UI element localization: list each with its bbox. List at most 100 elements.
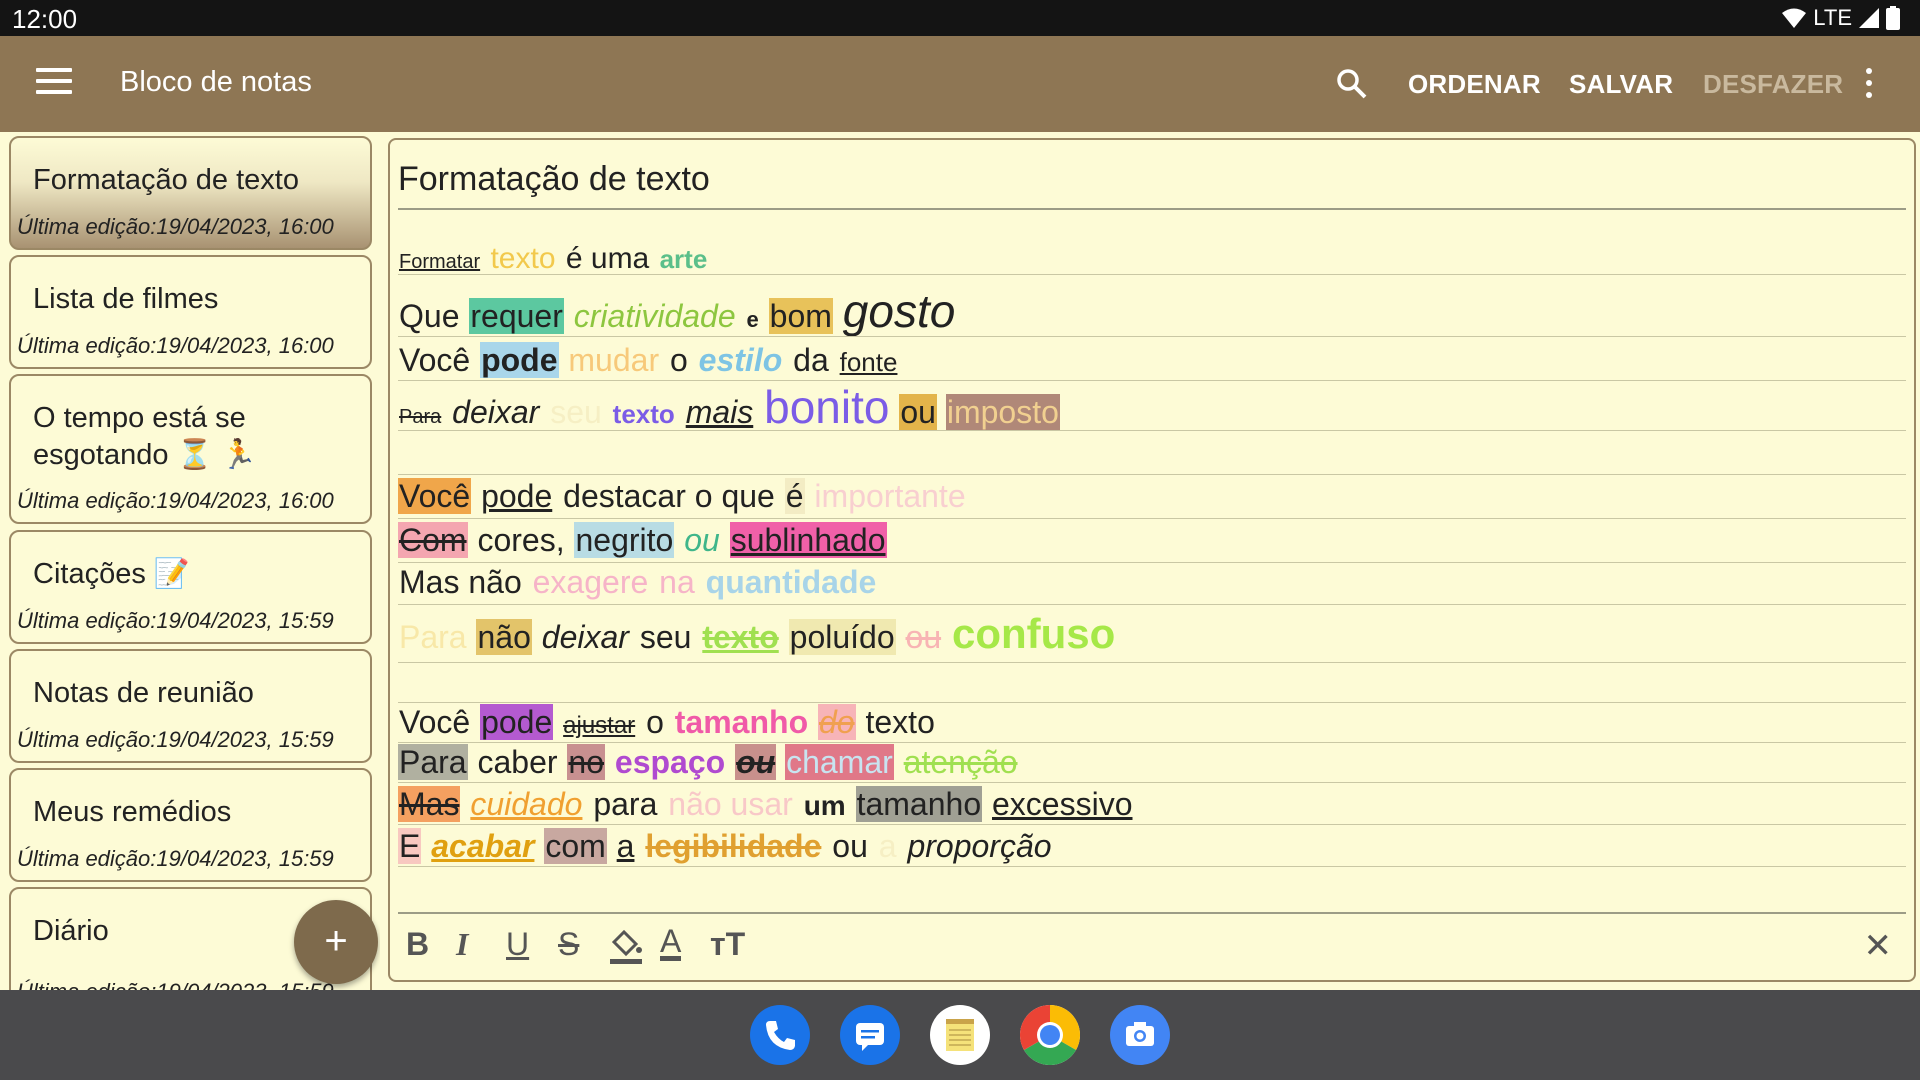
word: fonte xyxy=(839,347,898,377)
word: texto xyxy=(702,619,779,655)
word: sublinhado xyxy=(729,522,887,558)
rule-line xyxy=(398,336,1906,337)
text-color-icon[interactable]: A xyxy=(660,925,682,961)
word: Formatar xyxy=(399,251,481,273)
word: negrito xyxy=(574,522,675,558)
note-date: Última edição:19/04/2023, 15:59 xyxy=(17,608,334,633)
toolbar-divider xyxy=(398,912,1906,914)
word: imposto xyxy=(945,394,1060,430)
text-line: E acabar com a legibilidade ou a proporç… xyxy=(398,828,1053,865)
note-item[interactable]: O tempo está se esgotando ⏳ 🏃 Última edi… xyxy=(9,374,372,524)
word: cores, xyxy=(477,522,565,558)
word: um xyxy=(803,790,846,821)
word: seu xyxy=(639,619,692,655)
word: confuso xyxy=(952,610,1116,657)
word: atenção xyxy=(903,744,1018,780)
underline-icon[interactable]: U xyxy=(506,926,529,963)
word: texto xyxy=(865,704,935,740)
word: a xyxy=(878,828,897,864)
sort-button[interactable]: ORDENAR xyxy=(1408,69,1541,100)
text-line: Mas não exagere na quantidade xyxy=(398,564,877,601)
rule-line xyxy=(398,274,1906,275)
rule-line xyxy=(398,662,1906,663)
text-line: Você pode mudar o estilo da fonte xyxy=(398,342,898,379)
word: estilo xyxy=(698,342,783,378)
camera-app-icon[interactable] xyxy=(1110,1005,1170,1065)
note-item[interactable]: Citações 📝 Última edição:19/04/2023, 15:… xyxy=(9,530,372,644)
note-date: Última edição:19/04/2023, 15:59 xyxy=(17,846,334,871)
add-note-button[interactable]: + xyxy=(294,900,378,984)
text-size-icon[interactable]: тT xyxy=(710,926,745,963)
text-line: Formatar texto é uma arte xyxy=(398,242,708,276)
notepad-app-icon[interactable] xyxy=(930,1005,990,1065)
word: tamanho xyxy=(674,704,809,740)
note-title: Diário xyxy=(33,915,109,947)
chrome-app-icon[interactable] xyxy=(1019,1005,1081,1066)
word: da xyxy=(793,342,829,378)
word: Você xyxy=(399,342,471,378)
wifi-icon xyxy=(1782,8,1807,28)
rule-line xyxy=(398,430,1906,431)
word: Que xyxy=(399,298,460,334)
fill-color-icon[interactable] xyxy=(608,926,644,974)
word: a xyxy=(616,828,635,864)
text-line: Para deixar seu texto mais bonito ou imp… xyxy=(398,380,1060,434)
note-title: Formatação de texto xyxy=(33,164,299,196)
note-title-input[interactable]: Formatação de texto xyxy=(398,160,710,199)
note-title: Lista de filmes xyxy=(33,283,219,315)
note-title: Citações 📝 xyxy=(33,558,190,590)
word: deixar xyxy=(452,394,540,430)
note-item[interactable]: Lista de filmes Última edição:19/04/2023… xyxy=(9,255,372,369)
note-title: O tempo está se xyxy=(33,402,246,434)
bold-icon[interactable]: B xyxy=(406,926,429,963)
note-item[interactable]: Formatação de texto Última edição:19/04/… xyxy=(9,136,372,250)
note-date: Última edição:19/04/2023, 15:59 xyxy=(17,979,334,990)
note-item[interactable]: Meus remédios Última edição:19/04/2023, … xyxy=(9,768,372,882)
word: é xyxy=(784,478,805,514)
word: e xyxy=(746,307,759,332)
note-title-line2: esgotando ⏳ 🏃 xyxy=(33,439,257,471)
word: E xyxy=(398,828,422,864)
word: Com xyxy=(398,522,468,558)
status-icons: LTE xyxy=(1781,4,1900,32)
more-options-icon[interactable] xyxy=(1866,68,1874,100)
word: é uma xyxy=(565,242,650,275)
word: destacar o que xyxy=(563,478,775,514)
word: ou xyxy=(905,619,942,655)
word: Você xyxy=(398,478,472,514)
note-editor[interactable]: Formatação de texto Formatar texto é uma… xyxy=(388,138,1916,982)
note-item[interactable]: Notas de reunião Última edição:19/04/202… xyxy=(9,649,372,763)
note-title: Notas de reunião xyxy=(33,677,254,709)
word: seu xyxy=(550,394,602,430)
word: gosto xyxy=(842,285,956,337)
word: cuidado xyxy=(470,786,583,822)
save-button[interactable]: SALVAR xyxy=(1569,69,1673,100)
phone-app-icon[interactable] xyxy=(750,1005,810,1065)
word: tamanho xyxy=(855,786,983,822)
note-date: Última edição:19/04/2023, 16:00 xyxy=(17,488,334,513)
word: ou xyxy=(832,828,868,864)
word: proporção xyxy=(907,828,1052,864)
italic-icon[interactable]: I xyxy=(456,926,468,963)
word: mais xyxy=(685,394,754,430)
note-title: Meus remédios xyxy=(33,796,232,828)
app-bar: Bloco de notas ORDENAR SALVAR DESFAZER xyxy=(0,36,1920,132)
word: arte xyxy=(659,244,708,274)
messages-app-icon[interactable] xyxy=(840,1005,900,1065)
word: na xyxy=(659,564,695,600)
note-date: Última edição:19/04/2023, 16:00 xyxy=(17,333,334,358)
undo-button[interactable]: DESFAZER xyxy=(1703,69,1843,100)
word: criatividade xyxy=(573,298,736,334)
close-toolbar-icon[interactable]: ✕ xyxy=(1864,926,1893,966)
menu-icon[interactable] xyxy=(36,68,72,100)
word: acabar xyxy=(431,828,535,864)
network-label: LTE xyxy=(1813,5,1852,30)
word: pode xyxy=(480,704,554,740)
word: Mas não xyxy=(399,564,522,600)
strikethrough-icon[interactable]: S xyxy=(558,926,579,963)
app-title: Bloco de notas xyxy=(120,66,312,98)
word: não xyxy=(476,619,532,655)
word: mudar xyxy=(568,342,660,378)
search-icon[interactable] xyxy=(1336,68,1368,100)
rule-line xyxy=(398,562,1906,563)
